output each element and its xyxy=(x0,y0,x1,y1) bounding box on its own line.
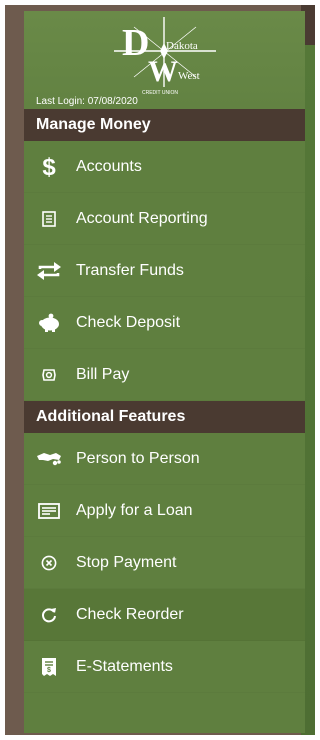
nav-label: Stop Payment xyxy=(76,553,177,571)
svg-text:$: $ xyxy=(47,667,51,674)
nav-item-transfer-funds[interactable]: Transfer Funds xyxy=(24,245,305,297)
nav-label: Bill Pay xyxy=(76,365,130,383)
handshake-icon xyxy=(36,446,62,472)
logo-subtext: CREDIT UNION xyxy=(142,90,178,96)
stop-circle-icon xyxy=(36,550,62,576)
nav-item-apply-for-loan[interactable]: Apply for a Loan xyxy=(24,485,305,537)
loan-card-icon xyxy=(36,498,62,524)
nav-item-e-statements[interactable]: $ E-Statements xyxy=(24,641,305,693)
nav-item-person-to-person[interactable]: Person to Person xyxy=(24,433,305,485)
nav-item-account-reporting[interactable]: Account Reporting xyxy=(24,193,305,245)
nav-item-stop-payment[interactable]: Stop Payment xyxy=(24,537,305,589)
nav-item-check-deposit[interactable]: Check Deposit xyxy=(24,297,305,349)
svg-text:W: W xyxy=(148,55,178,88)
nav-label: Account Reporting xyxy=(76,209,208,227)
nav-label: Check Deposit xyxy=(76,313,181,331)
last-login-text: Last Login: 07/08/2020 xyxy=(36,96,138,107)
nav-label: Transfer Funds xyxy=(76,261,184,279)
app-frame: D W Dakota West CREDIT UNION Last Login:… xyxy=(5,5,315,735)
report-icon xyxy=(36,206,62,232)
nav-label: E-Statements xyxy=(76,657,173,675)
transfer-icon xyxy=(36,258,62,284)
section-header-manage-money: Manage Money xyxy=(24,109,305,141)
side-menu: D W Dakota West CREDIT UNION Last Login:… xyxy=(24,11,305,733)
logo-primary-text: Dakota xyxy=(166,40,198,52)
nav-label: Person to Person xyxy=(76,449,200,467)
nav-item-check-reorder[interactable]: Check Reorder xyxy=(24,589,305,641)
nav-label: Check Reorder xyxy=(76,605,184,623)
nav-item-bill-pay[interactable]: Bill Pay xyxy=(24,349,305,401)
refresh-icon xyxy=(36,602,62,628)
section-header-additional-features: Additional Features xyxy=(24,401,305,433)
nav-item-accounts[interactable]: $ Accounts xyxy=(24,141,305,193)
logo-area: D W Dakota West CREDIT UNION Last Login:… xyxy=(24,11,305,109)
dakota-west-logo[interactable]: D W Dakota West CREDIT UNION xyxy=(104,15,224,97)
bill-pay-icon xyxy=(36,362,62,388)
svg-text:D: D xyxy=(122,22,149,64)
nav-label: Apply for a Loan xyxy=(76,501,193,519)
nav-label: Accounts xyxy=(76,157,142,175)
svg-text:$: $ xyxy=(42,154,56,180)
dollar-icon: $ xyxy=(36,154,62,180)
logo-secondary-text: West xyxy=(178,70,200,82)
statement-icon: $ xyxy=(36,654,62,680)
piggy-bank-icon xyxy=(36,310,62,336)
